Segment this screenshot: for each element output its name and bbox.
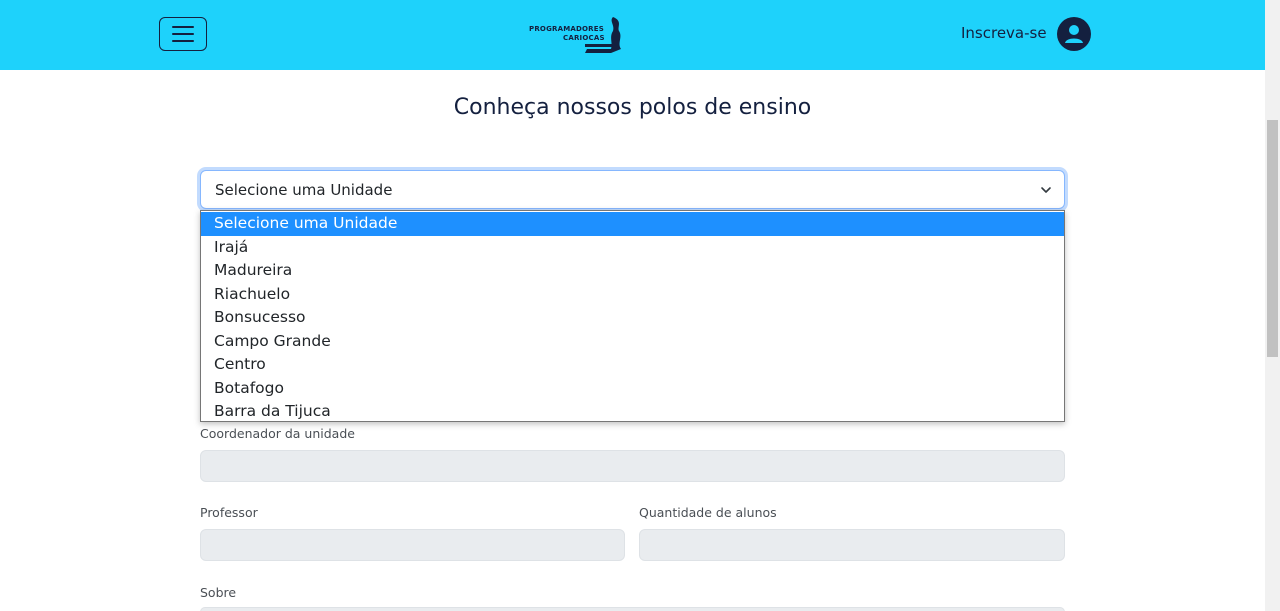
user-avatar-icon bbox=[1065, 25, 1083, 43]
students-count-field[interactable] bbox=[639, 529, 1065, 561]
unit-select-value: Selecione uma Unidade bbox=[215, 181, 393, 199]
teacher-label: Professor bbox=[200, 505, 258, 520]
about-label: Sobre bbox=[200, 585, 237, 600]
dropdown-option[interactable]: Botafogo bbox=[201, 377, 1064, 401]
unit-select[interactable]: Selecione uma Unidade bbox=[200, 170, 1065, 209]
logo-text-line2: CARIOCAS bbox=[563, 34, 605, 42]
hamburger-menu-button[interactable] bbox=[159, 17, 207, 51]
dropdown-option[interactable]: Irajá bbox=[201, 236, 1064, 260]
brand-logo[interactable]: PROGRAMADORES CARIOCAS bbox=[527, 15, 627, 55]
top-navbar: PROGRAMADORES CARIOCAS Inscreva-se bbox=[0, 0, 1265, 70]
scrollbar-thumb[interactable] bbox=[1267, 120, 1278, 357]
dropdown-option[interactable]: Barra da Tijuca bbox=[201, 400, 1064, 424]
unit-dropdown-list: Selecione uma Unidade Irajá Madureira Ri… bbox=[200, 210, 1065, 422]
hamburger-menu-icon-bar bbox=[172, 40, 194, 42]
page-title: Conheça nossos polos de ensino bbox=[453, 95, 812, 120]
page-scrollbar[interactable] bbox=[1265, 0, 1280, 611]
logo-text-line1: PROGRAMADORES bbox=[529, 25, 604, 33]
dropdown-option[interactable]: Selecione uma Unidade bbox=[201, 212, 1064, 236]
user-avatar-button[interactable] bbox=[1057, 17, 1091, 51]
chevron-down-icon bbox=[1041, 187, 1051, 193]
coordinator-label: Coordenador da unidade bbox=[200, 426, 355, 441]
coordinator-field[interactable] bbox=[200, 450, 1065, 482]
students-count-label: Quantidade de alunos bbox=[639, 505, 777, 520]
dropdown-option[interactable]: Madureira bbox=[201, 259, 1064, 283]
dropdown-option[interactable]: Campo Grande bbox=[201, 330, 1064, 354]
dropdown-option[interactable]: Riachuelo bbox=[201, 283, 1064, 307]
hamburger-menu-icon bbox=[172, 26, 194, 28]
dropdown-option[interactable]: Centro bbox=[201, 353, 1064, 377]
about-field[interactable] bbox=[200, 607, 1065, 611]
signup-link[interactable]: Inscreva-se bbox=[961, 24, 1047, 42]
dropdown-option[interactable]: Bonsucesso bbox=[201, 306, 1064, 330]
hamburger-menu-icon-bar bbox=[172, 33, 194, 35]
teacher-field[interactable] bbox=[200, 529, 625, 561]
